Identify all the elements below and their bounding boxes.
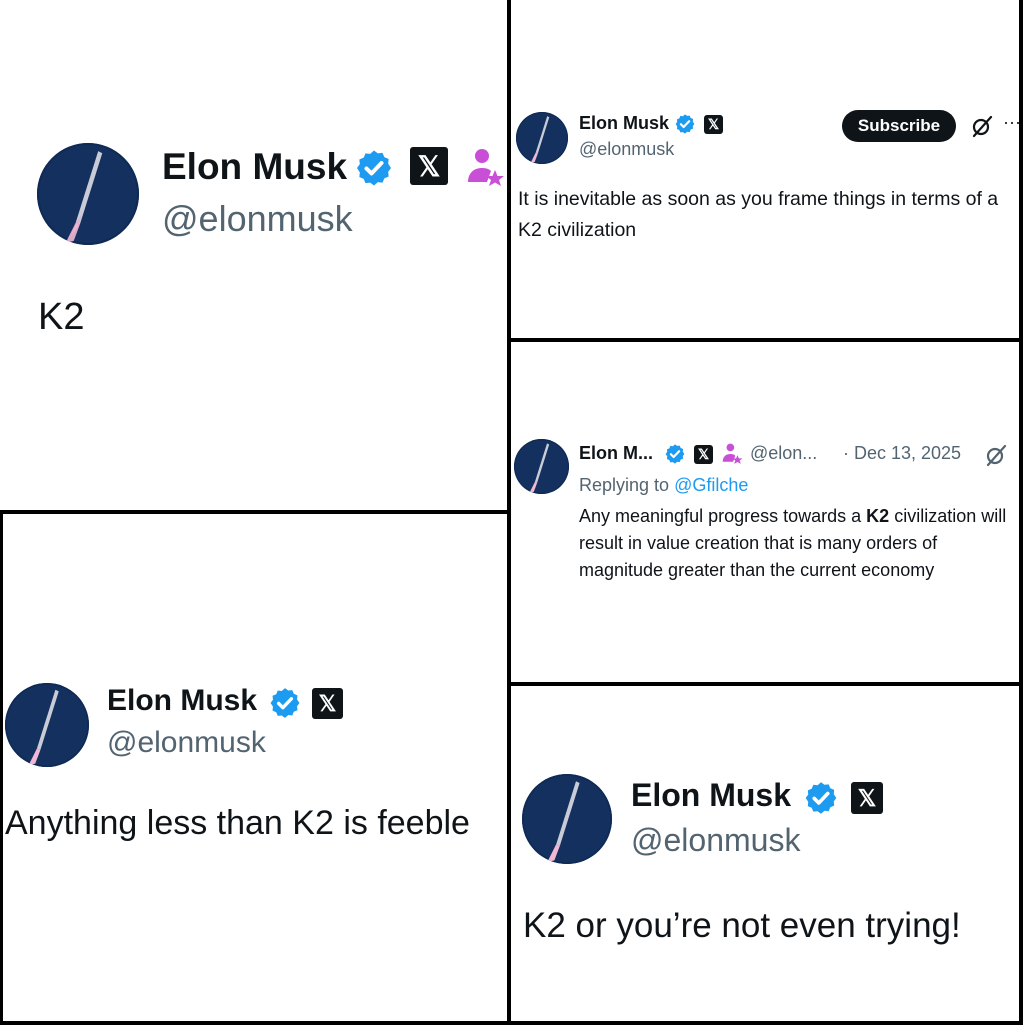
- rocket-avatar-icon: [516, 112, 568, 164]
- replying-to-link[interactable]: @Gfilche: [674, 475, 748, 495]
- tweet-panel-inevitable: Elon Musk 𝕏 @elonmusk Subscribe ··· It i…: [511, 0, 1019, 338]
- author-name[interactable]: Elon Musk: [631, 777, 791, 814]
- author-handle[interactable]: @elonmusk: [107, 726, 266, 760]
- avatar[interactable]: [514, 439, 569, 494]
- tweet-date[interactable]: · Dec 13, 2025: [843, 443, 961, 464]
- x-logo-icon: 𝕏: [312, 688, 343, 719]
- divider-bottom-edge: [0, 1021, 1023, 1025]
- x-logo-icon: 𝕏: [704, 115, 723, 134]
- author-handle[interactable]: @elonmusk: [162, 198, 353, 240]
- tweet-panel-k2: Elon Musk 𝕏 @elonmusk K2: [0, 0, 507, 510]
- author-name[interactable]: Elon M...: [579, 443, 653, 464]
- verified-badge-icon: [357, 150, 391, 186]
- tweet-panel-reply: Elon M... 𝕏 @elon... · Dec 13, 2025 Repl…: [511, 342, 1019, 682]
- rocket-avatar-icon: [514, 439, 569, 494]
- tweet-text: K2: [38, 296, 85, 338]
- tweet-text: Any meaningful progress towards a K2 civ…: [579, 503, 1019, 584]
- author-name[interactable]: Elon Musk: [579, 113, 669, 134]
- more-options-button[interactable]: ···: [1003, 112, 1019, 133]
- divider-right-edge: [1019, 0, 1023, 1025]
- tweet-text: K2 or you’re not even trying!: [523, 906, 961, 945]
- author-handle[interactable]: @elonmusk: [631, 822, 800, 859]
- verified-badge-icon: [805, 782, 837, 814]
- rocket-avatar-icon: [5, 683, 89, 767]
- avatar[interactable]: [522, 774, 612, 864]
- avatar[interactable]: [516, 112, 568, 164]
- verified-badge-icon: [675, 114, 695, 134]
- x-logo-icon: 𝕏: [410, 147, 448, 185]
- replying-to-label: Replying to: [579, 475, 670, 495]
- verified-badge-icon: [665, 444, 685, 464]
- person-star-icon: [468, 149, 504, 186]
- tweet-panel-trying: Elon Musk 𝕏 @elonmusk K2 or you’re not e…: [511, 686, 1019, 1021]
- avatar[interactable]: [5, 683, 89, 767]
- author-name[interactable]: Elon Musk: [107, 684, 257, 718]
- rocket-avatar-icon: [522, 774, 612, 864]
- author-handle[interactable]: @elon...: [750, 443, 817, 464]
- tweet-panel-feeble: Elon Musk 𝕏 @elonmusk Anything less than…: [3, 514, 507, 1021]
- verified-badge-icon: [270, 688, 300, 718]
- x-logo-icon: 𝕏: [851, 782, 883, 814]
- avatar[interactable]: [37, 143, 139, 245]
- tweet-text: Anything less than K2 is feeble: [5, 804, 470, 842]
- grok-icon[interactable]: [970, 114, 994, 138]
- replying-to-line: Replying to @Gfilche: [579, 475, 748, 496]
- author-name[interactable]: Elon Musk: [162, 146, 347, 188]
- subscribe-button[interactable]: Subscribe: [842, 110, 956, 142]
- author-handle[interactable]: @elonmusk: [579, 139, 674, 160]
- tweet-text-part-1: Any meaningful progress towards a: [579, 506, 862, 526]
- x-logo-icon: 𝕏: [694, 445, 713, 464]
- grok-icon[interactable]: [984, 443, 1008, 467]
- rocket-avatar-icon: [37, 143, 139, 245]
- tweet-text-bold: K2: [866, 506, 890, 526]
- person-star-icon: [722, 443, 743, 464]
- tweet-text: It is inevitable as soon as you frame th…: [518, 188, 999, 241]
